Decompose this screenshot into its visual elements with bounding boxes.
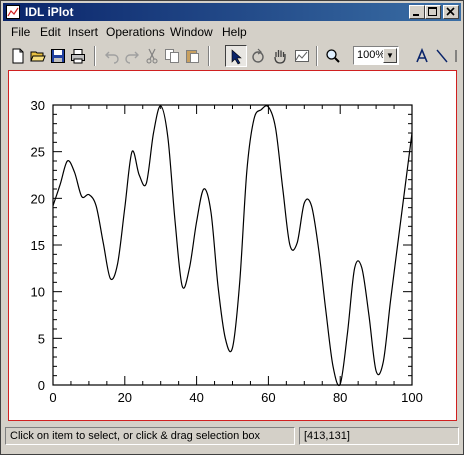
toolbar-separator xyxy=(208,46,210,66)
y-tick-label: 5 xyxy=(38,331,45,346)
x-tick-label: 80 xyxy=(333,390,347,405)
paste-button[interactable] xyxy=(181,45,203,67)
new-button[interactable] xyxy=(7,45,29,67)
open-folder-icon xyxy=(30,51,46,62)
close-button[interactable] xyxy=(443,5,459,19)
copy-icon xyxy=(165,49,179,63)
toolbar-separator xyxy=(94,46,96,66)
x-tick-label: 0 xyxy=(49,390,56,405)
x-tick-label: 40 xyxy=(189,390,203,405)
x-tick-label: 60 xyxy=(261,390,275,405)
plot-frame xyxy=(52,104,413,386)
undo-button[interactable] xyxy=(101,45,123,67)
status-message: Click on item to select, or click & drag… xyxy=(5,427,295,445)
rotate-button[interactable] xyxy=(247,45,269,67)
y-tick-label: 25 xyxy=(31,145,45,160)
zoom-value: 100% xyxy=(357,49,386,61)
minimize-icon xyxy=(413,14,419,16)
save-disk-icon xyxy=(51,49,65,63)
x-tick-label: 20 xyxy=(118,390,132,405)
cursor-coordinates: [413,131] xyxy=(299,427,459,445)
data-range-icon xyxy=(295,50,309,62)
data-series-line[interactable] xyxy=(52,105,413,386)
more-tools-button[interactable] xyxy=(451,45,461,67)
menu-edit[interactable]: Edit xyxy=(40,25,61,39)
toolbar: 100% ▼ xyxy=(3,43,461,69)
iplot-window: IDL iPlot File Edit Insert Operations Wi… xyxy=(0,0,464,455)
copy-button[interactable] xyxy=(161,45,183,67)
line-button[interactable] xyxy=(431,45,453,67)
cut-button[interactable] xyxy=(141,45,163,67)
menu-insert[interactable]: Insert xyxy=(68,25,98,39)
menu-bar: File Edit Insert Operations Window Help xyxy=(3,23,461,41)
line-tool-icon xyxy=(436,49,448,63)
chevron-down-icon[interactable]: ▼ xyxy=(383,48,397,63)
printer-icon xyxy=(71,49,85,64)
minimize-button[interactable] xyxy=(409,5,425,19)
y-tick-label: 0 xyxy=(38,378,45,393)
menu-file[interactable]: File xyxy=(11,25,30,39)
line-plot[interactable]: 0 20 40 60 80 100 0 5 10 15 20 25 30 xyxy=(9,71,456,420)
status-bar: Click on item to select, or click & drag… xyxy=(3,425,461,447)
menu-help[interactable]: Help xyxy=(222,25,247,39)
zoom-button[interactable] xyxy=(322,45,344,67)
app-icon xyxy=(6,5,20,19)
paste-clipboard-icon xyxy=(186,50,199,63)
text-button[interactable] xyxy=(411,45,433,67)
y-tick-label: 15 xyxy=(31,238,45,253)
maximize-icon xyxy=(428,7,437,16)
text-tool-icon xyxy=(416,48,428,63)
window-title: IDL iPlot xyxy=(25,5,74,19)
undo-icon xyxy=(105,51,119,64)
toolbar-separator xyxy=(316,46,318,66)
save-button[interactable] xyxy=(47,45,69,67)
pan-button[interactable] xyxy=(269,45,291,67)
zoom-select[interactable]: 100% ▼ xyxy=(353,46,399,65)
magnifier-icon xyxy=(326,49,340,63)
select-button[interactable] xyxy=(225,45,247,67)
x-tick-label: 100 xyxy=(401,390,423,405)
data-range-button[interactable] xyxy=(291,45,313,67)
hand-icon xyxy=(274,50,286,64)
arrow-pointer-icon xyxy=(231,49,242,65)
close-icon xyxy=(446,7,455,16)
y-tick-label: 30 xyxy=(31,98,45,113)
plot-canvas[interactable]: 0 20 40 60 80 100 0 5 10 15 20 25 30 xyxy=(8,70,457,421)
redo-icon xyxy=(125,51,139,64)
rotate-icon xyxy=(252,48,264,63)
print-button[interactable] xyxy=(67,45,89,67)
menu-window[interactable]: Window xyxy=(170,25,213,39)
scissors-icon xyxy=(146,48,158,64)
menu-operations[interactable]: Operations xyxy=(106,25,165,39)
more-tools-icon xyxy=(455,50,457,62)
y-tick-label: 20 xyxy=(31,191,45,206)
y-tick-label: 10 xyxy=(31,285,45,300)
redo-button[interactable] xyxy=(121,45,143,67)
title-bar[interactable]: IDL iPlot xyxy=(3,3,461,21)
new-file-icon xyxy=(12,48,24,64)
open-button[interactable] xyxy=(27,45,49,67)
maximize-button[interactable] xyxy=(425,5,441,19)
